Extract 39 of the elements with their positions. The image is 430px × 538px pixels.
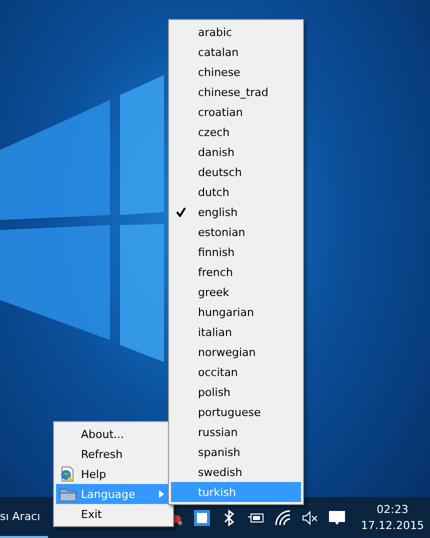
submenu-item[interactable]: arabic: [171, 22, 301, 42]
submenu-item[interactable]: danish: [171, 142, 301, 162]
submenu-item[interactable]: estonian: [171, 222, 301, 242]
menu-item[interactable]: Exit: [56, 504, 171, 524]
submenu-item[interactable]: polish: [171, 382, 301, 402]
submenu-arrow-icon: [159, 490, 164, 498]
submenu-item[interactable]: occitan: [171, 362, 301, 382]
folder-icon: [59, 486, 77, 502]
submenu-item[interactable]: deutsch: [171, 162, 301, 182]
menu-item[interactable]: About...: [56, 424, 171, 444]
muted-speaker-icon[interactable]: [301, 508, 320, 526]
submenu-item[interactable]: french: [171, 262, 301, 282]
document-app-icon[interactable]: [193, 508, 212, 526]
submenu-item[interactable]: english: [171, 202, 301, 222]
submenu-item[interactable]: czech: [171, 122, 301, 142]
submenu-item[interactable]: chinese_trad: [171, 82, 301, 102]
submenu-item[interactable]: croatian: [171, 102, 301, 122]
submenu-item[interactable]: russian: [171, 422, 301, 442]
submenu-item[interactable]: portuguese: [171, 402, 301, 422]
menu-item[interactable]: Refresh: [56, 444, 171, 464]
check-icon: [176, 207, 186, 217]
taskbar-app-button[interactable]: sı Aracı: [0, 497, 48, 538]
submenu-item[interactable]: italian: [171, 322, 301, 342]
submenu-item[interactable]: catalan: [171, 42, 301, 62]
menu-item[interactable]: Help: [56, 464, 171, 484]
submenu-item[interactable]: spanish: [171, 442, 301, 462]
submenu-item[interactable]: dutch: [171, 182, 301, 202]
globe-document-icon: [59, 466, 75, 482]
clock[interactable]: 02:23 17.12.2015: [361, 502, 424, 534]
submenu-item[interactable]: chinese: [171, 62, 301, 82]
submenu-item[interactable]: hungarian: [171, 302, 301, 322]
notification-icon[interactable]: [328, 508, 346, 526]
submenu-item[interactable]: greek: [171, 282, 301, 302]
submenu-item[interactable]: finnish: [171, 242, 301, 262]
submenu-item[interactable]: swedish: [171, 462, 301, 482]
wifi-icon[interactable]: [274, 508, 292, 526]
submenu-item[interactable]: norwegian: [171, 342, 301, 362]
clock-time: 02:23: [376, 502, 408, 518]
clock-date: 17.12.2015: [361, 518, 424, 534]
